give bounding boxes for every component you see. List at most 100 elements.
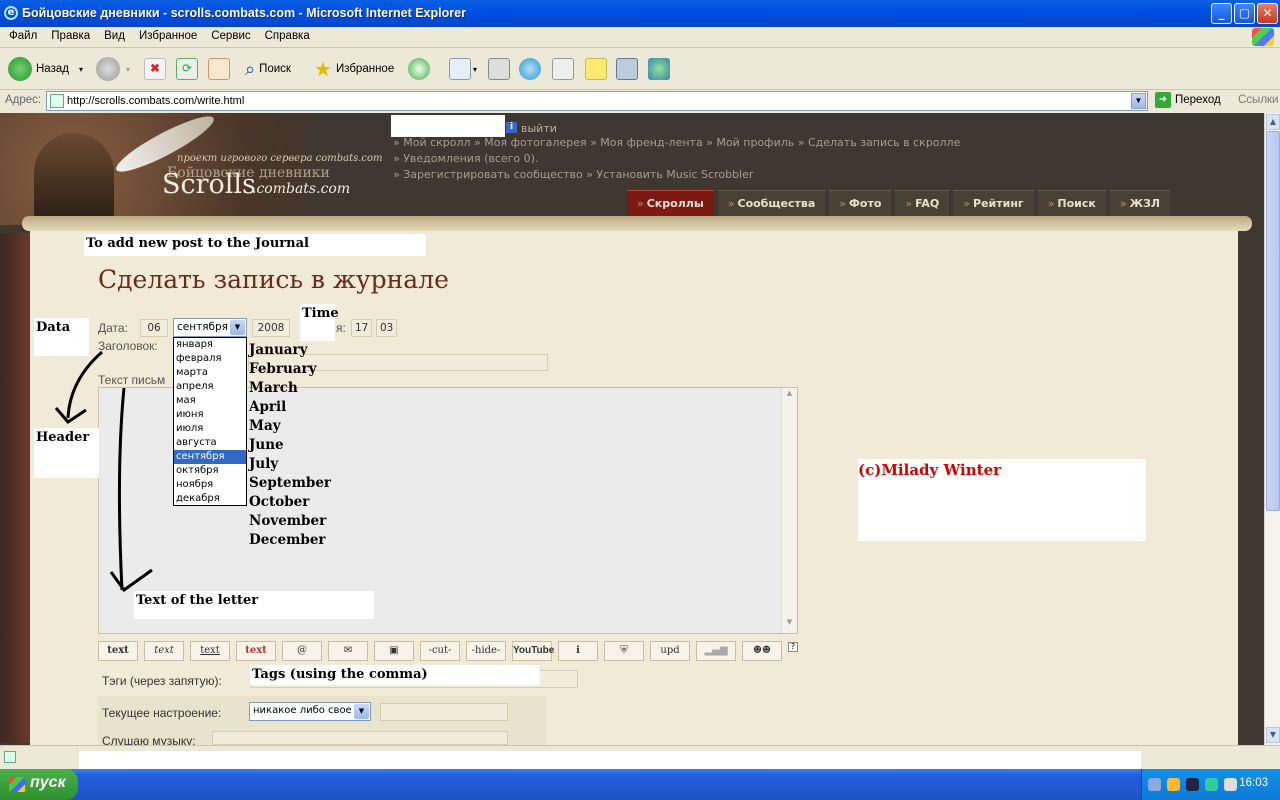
tab-communities[interactable]: » Сообщества: [717, 190, 826, 216]
menu-edit[interactable]: Правка: [42, 27, 95, 42]
nav-links-secondary[interactable]: » Зарегистрировать сообщество » Установи…: [393, 168, 753, 181]
info-button[interactable]: ℹ: [558, 641, 598, 661]
page-scrollbar[interactable]: ▲ ▼: [1264, 113, 1280, 745]
skype-button[interactable]: [519, 55, 541, 83]
maximize-button[interactable]: ▢: [1234, 3, 1255, 24]
scroll-down-icon[interactable]: ▼: [1266, 727, 1280, 743]
mail-button[interactable]: ▾: [449, 55, 477, 83]
link-button[interactable]: @: [282, 641, 322, 661]
month-option[interactable]: июня: [174, 408, 246, 422]
month-option[interactable]: января: [174, 338, 246, 352]
year-input[interactable]: 2008: [252, 319, 290, 337]
music-input[interactable]: [212, 731, 508, 745]
scroll-up-icon[interactable]: ▲: [1266, 114, 1280, 130]
search-button[interactable]: ⌕ Поиск: [245, 55, 291, 83]
italic-button[interactable]: text: [144, 641, 184, 661]
menu-help[interactable]: Справка: [256, 27, 315, 42]
start-button[interactable]: пуск: [0, 769, 78, 800]
help-icon[interactable]: ?: [788, 642, 798, 652]
chevron-down-icon[interactable]: ▾: [473, 65, 477, 74]
minimize-button[interactable]: _: [1211, 3, 1232, 24]
nav-notifications[interactable]: » Уведомления (всего 0).: [393, 152, 538, 165]
month-option[interactable]: апреля: [174, 380, 246, 394]
tray-app-icon[interactable]: [1167, 778, 1180, 791]
chevron-down-icon[interactable]: ▼: [1131, 93, 1146, 109]
cut-button[interactable]: -cut-: [420, 641, 460, 661]
chart-button[interactable]: ▂▄▆: [696, 641, 736, 661]
chevron-down-icon[interactable]: ▾: [79, 65, 83, 74]
refresh-icon: ⟳: [176, 58, 198, 80]
tab-faq[interactable]: » FAQ: [895, 190, 950, 216]
tab-search[interactable]: » Поиск: [1037, 190, 1106, 216]
nav-links-primary[interactable]: » Мой скролл » Моя фотогалерея » Моя фре…: [393, 136, 960, 149]
menu-file[interactable]: Файл: [0, 27, 42, 42]
chevron-down-icon[interactable]: ▾: [126, 65, 130, 74]
youtube-button[interactable]: YouTube: [512, 641, 554, 661]
scroll-down-icon[interactable]: ▼: [783, 618, 796, 632]
volume-icon[interactable]: [1224, 778, 1237, 791]
window-title-bar[interactable]: e Бойцовские дневники - scrolls.combats.…: [0, 0, 1280, 27]
logout-link[interactable]: выйти: [521, 122, 557, 135]
menu-tools[interactable]: Сервис: [202, 27, 255, 42]
month-select[interactable]: сентября ▼: [173, 318, 247, 337]
color-text-button[interactable]: text: [236, 641, 276, 661]
close-button[interactable]: ✕: [1257, 3, 1278, 24]
refresh-button[interactable]: ⟳: [176, 55, 198, 83]
back-button[interactable]: Назад ▾: [8, 55, 83, 83]
history-button[interactable]: [408, 55, 430, 83]
notes-button[interactable]: [585, 55, 607, 83]
home-button[interactable]: [208, 55, 230, 83]
mood-select[interactable]: никакое либо свое ▼: [249, 702, 371, 721]
stop-button[interactable]: ✖: [144, 55, 166, 83]
scrollbar-thumb[interactable]: [1266, 131, 1280, 511]
month-dropdown-list[interactable]: января февраля марта апреля мая июня июл…: [173, 337, 247, 506]
tab-scrolls[interactable]: » Скроллы: [627, 190, 714, 216]
minute-input[interactable]: 03: [376, 319, 397, 337]
network-icon[interactable]: [1148, 778, 1161, 791]
url-input[interactable]: http://scrolls.combats.com/write.html ▼: [46, 91, 1148, 111]
window-title: Бойцовские дневники - scrolls.combats.co…: [22, 6, 466, 20]
email-button[interactable]: ✉: [328, 641, 368, 661]
menu-view[interactable]: Вид: [95, 27, 130, 42]
month-option[interactable]: марта: [174, 366, 246, 380]
month-option[interactable]: августа: [174, 436, 246, 450]
image-button[interactable]: ▣: [374, 641, 414, 661]
chevron-down-icon[interactable]: ▼: [354, 704, 369, 719]
chevron-down-icon[interactable]: ▼: [230, 320, 245, 335]
bold-button[interactable]: text: [98, 641, 138, 661]
clan-button[interactable]: ⛨: [604, 641, 644, 661]
print-button[interactable]: [488, 55, 510, 83]
textarea-scrollbar[interactable]: ▲ ▼: [781, 388, 797, 633]
site-logo[interactable]: Scrolls: [162, 169, 256, 200]
tab-rating[interactable]: » Рейтинг: [953, 190, 1034, 216]
go-button[interactable]: ➜ Переход: [1155, 92, 1221, 108]
underline-button[interactable]: text: [190, 641, 230, 661]
month-option[interactable]: мая: [174, 394, 246, 408]
tray-app-icon[interactable]: [1205, 778, 1218, 791]
day-input[interactable]: 06: [140, 319, 168, 337]
research-button[interactable]: [616, 55, 638, 83]
forward-button[interactable]: ▾: [96, 55, 130, 83]
month-option-selected[interactable]: сентября: [174, 450, 246, 464]
month-option[interactable]: октября: [174, 464, 246, 478]
tray-app-icon[interactable]: [1186, 778, 1199, 791]
scroll-up-icon[interactable]: ▲: [783, 389, 796, 403]
envelope-icon: ✉: [343, 645, 353, 656]
links-label[interactable]: Ссылки: [1238, 94, 1279, 106]
month-option[interactable]: февраля: [174, 352, 246, 366]
edit-button[interactable]: [552, 55, 574, 83]
hour-input[interactable]: 17: [351, 319, 372, 337]
update-button[interactable]: upd: [650, 641, 690, 661]
tab-zhzl[interactable]: » ЖЗЛ: [1109, 190, 1171, 216]
mood-custom-input[interactable]: [380, 703, 508, 721]
tab-photo[interactable]: » Фото: [829, 190, 892, 216]
messenger-button[interactable]: [648, 55, 670, 83]
month-option[interactable]: декабря: [174, 492, 246, 506]
month-option[interactable]: июля: [174, 422, 246, 436]
smiles-button[interactable]: ☻☻: [742, 641, 782, 661]
menu-favorites[interactable]: Избранное: [130, 27, 202, 42]
month-option[interactable]: ноября: [174, 478, 246, 492]
hide-button[interactable]: -hide-: [466, 641, 506, 661]
favorites-button[interactable]: ★ Избранное: [314, 55, 394, 83]
info-icon[interactable]: i: [506, 122, 517, 133]
